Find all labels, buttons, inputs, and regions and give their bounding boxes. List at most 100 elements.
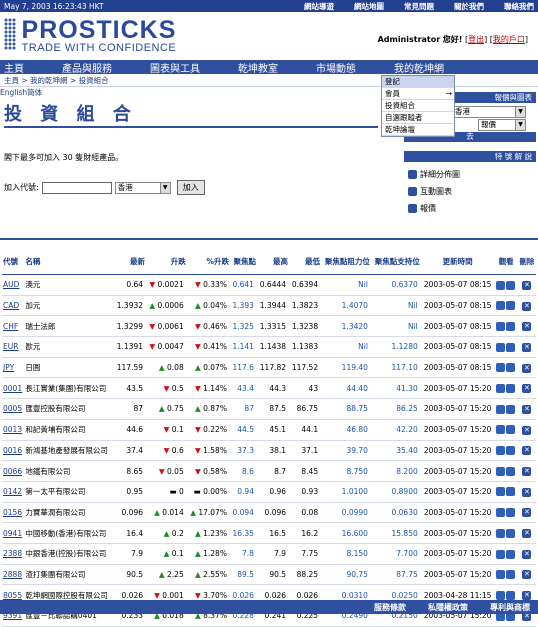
lang-english[interactable]: English <box>0 88 27 97</box>
tool-quote[interactable]: 報價 <box>408 200 532 217</box>
chart-icon[interactable] <box>496 301 506 311</box>
nav-home[interactable]: 主頁 <box>4 60 24 75</box>
tool-distribution-chart[interactable]: 詳細分佈圖 <box>408 166 532 183</box>
cell-code[interactable]: 0016 <box>2 440 25 462</box>
menu-item-register[interactable]: 登記 <box>382 76 454 88</box>
delete-icon[interactable]: ✕ <box>522 363 532 373</box>
delete-icon[interactable]: ✕ <box>522 570 532 580</box>
nav-market[interactable]: 市場動態 <box>316 60 356 75</box>
delete-icon[interactable]: ✕ <box>522 280 532 290</box>
chart-icon[interactable] <box>496 384 506 394</box>
chart-icon[interactable] <box>496 363 506 373</box>
chart-icon[interactable] <box>496 321 506 331</box>
logo[interactable]: PROSTICKS TRADE WITH CONFIDENCE <box>4 18 176 54</box>
quote-type-select[interactable]: 報價 ▼ <box>478 119 526 131</box>
chart-icon[interactable] <box>496 590 506 600</box>
dollar-icon[interactable] <box>506 487 516 497</box>
cell-code[interactable]: 0001 <box>2 377 25 400</box>
dollar-icon[interactable] <box>506 363 516 373</box>
delete-icon[interactable]: ✕ <box>522 508 532 518</box>
cell-code[interactable]: CAD <box>2 295 25 317</box>
menu-item-forum[interactable]: 乾坤論壇 <box>382 124 454 136</box>
account-link[interactable]: 我的戶口 <box>493 35 525 44</box>
chart-icon[interactable] <box>496 425 506 435</box>
dollar-icon[interactable] <box>506 590 516 600</box>
delete-icon[interactable]: ✕ <box>522 549 532 559</box>
chart-icon[interactable] <box>496 404 506 414</box>
lang-simplified[interactable]: 简体 <box>27 87 42 98</box>
delete-icon[interactable]: ✕ <box>522 591 532 601</box>
dollar-icon[interactable] <box>506 508 516 518</box>
cell-code[interactable]: 0156 <box>2 502 25 524</box>
chart-icon[interactable] <box>496 466 506 476</box>
cell-code[interactable]: 0142 <box>2 481 25 503</box>
dollar-icon[interactable] <box>506 321 516 331</box>
dollar-icon[interactable] <box>506 404 516 414</box>
delete-icon[interactable]: ✕ <box>522 446 532 456</box>
delete-icon[interactable]: ✕ <box>522 301 532 311</box>
dollar-icon[interactable] <box>506 570 516 580</box>
breadcrumb[interactable]: 主頁 > 我的乾坤網 > 投資組合 <box>0 74 538 87</box>
cell-code[interactable]: AUD <box>2 274 25 296</box>
dollar-icon[interactable] <box>506 528 516 538</box>
chart-icon[interactable] <box>496 508 506 518</box>
dollar-icon[interactable] <box>506 425 516 435</box>
dollar-icon[interactable] <box>506 301 516 311</box>
quote-market-select[interactable]: 香港 ▼ <box>452 106 526 118</box>
dollar-icon[interactable] <box>506 280 516 290</box>
delete-icon[interactable]: ✕ <box>522 404 532 414</box>
add-market-select[interactable]: 香港 ▼ <box>114 181 171 194</box>
footer-terms[interactable]: 服務條款 <box>374 602 406 613</box>
cell-code[interactable]: 2388 <box>2 543 25 565</box>
link-faq[interactable]: 常見問題 <box>404 1 434 12</box>
delete-icon[interactable]: ✕ <box>522 425 532 435</box>
dollar-icon[interactable] <box>506 549 516 559</box>
link-contact[interactable]: 聯絡我們 <box>504 1 534 12</box>
cell-change: ▼ 0.0047 <box>146 336 187 358</box>
chart-icon[interactable] <box>496 549 506 559</box>
cell-code[interactable]: 0941 <box>2 522 25 544</box>
add-button[interactable]: 加入 <box>176 180 205 195</box>
footer-patent[interactable]: 專利與商標 <box>490 602 530 613</box>
nav-charts[interactable]: 圖表與工具 <box>150 60 200 75</box>
cell-code[interactable]: 0005 <box>2 398 25 420</box>
cell-code[interactable]: 0066 <box>2 460 25 482</box>
link-sitemap[interactable]: 網站地圖 <box>354 1 384 12</box>
chart-icon[interactable] <box>496 280 506 290</box>
chart-icon[interactable] <box>496 528 506 538</box>
chart-icon[interactable] <box>496 342 506 352</box>
symbol-input[interactable] <box>41 181 112 194</box>
footer-privacy[interactable]: 私隱權政策 <box>428 602 468 613</box>
cell-code[interactable]: EUR <box>2 336 25 358</box>
delete-icon[interactable]: ✕ <box>522 322 532 332</box>
delete-icon[interactable]: ✕ <box>522 342 532 352</box>
cell-last: 87 <box>113 398 147 420</box>
dollar-icon[interactable] <box>506 446 516 456</box>
link-about[interactable]: 關於我們 <box>454 1 484 12</box>
cell-code[interactable]: CHF <box>2 315 25 338</box>
delete-icon[interactable]: ✕ <box>522 384 532 394</box>
cell-code[interactable]: 0013 <box>2 419 25 441</box>
link-guide[interactable]: 網站導遊 <box>304 1 334 12</box>
menu-item-portfolio[interactable]: 投資組合 <box>382 100 454 112</box>
dollar-icon[interactable] <box>506 342 516 352</box>
chart-icon[interactable] <box>496 446 506 456</box>
delete-icon[interactable]: ✕ <box>522 467 532 477</box>
cell-code[interactable]: JPY <box>2 357 25 379</box>
cell-view <box>494 440 518 462</box>
menu-item-member[interactable]: 會員 → <box>382 88 454 100</box>
tool-interactive-chart[interactable]: 互動圖表 <box>408 183 532 200</box>
dollar-icon[interactable] <box>506 466 516 476</box>
delete-icon[interactable]: ✕ <box>522 529 532 539</box>
dollar-icon[interactable] <box>506 384 516 394</box>
chart-icon[interactable] <box>496 570 506 580</box>
menu-item-watchlist[interactable]: 自選跟蹤者 <box>382 112 454 124</box>
cell-code[interactable]: 2888 <box>2 564 25 586</box>
delete-icon[interactable]: ✕ <box>522 487 532 497</box>
logout-link[interactable]: 登出 <box>468 35 484 44</box>
cell-update-time: 2003-05-07 15:20 <box>420 502 495 524</box>
nav-my-site[interactable]: 我的乾坤網 <box>394 60 444 75</box>
nav-products[interactable]: 產品與服務 <box>62 60 112 75</box>
chart-icon[interactable] <box>496 487 506 497</box>
nav-education[interactable]: 乾坤教室 <box>238 60 278 75</box>
